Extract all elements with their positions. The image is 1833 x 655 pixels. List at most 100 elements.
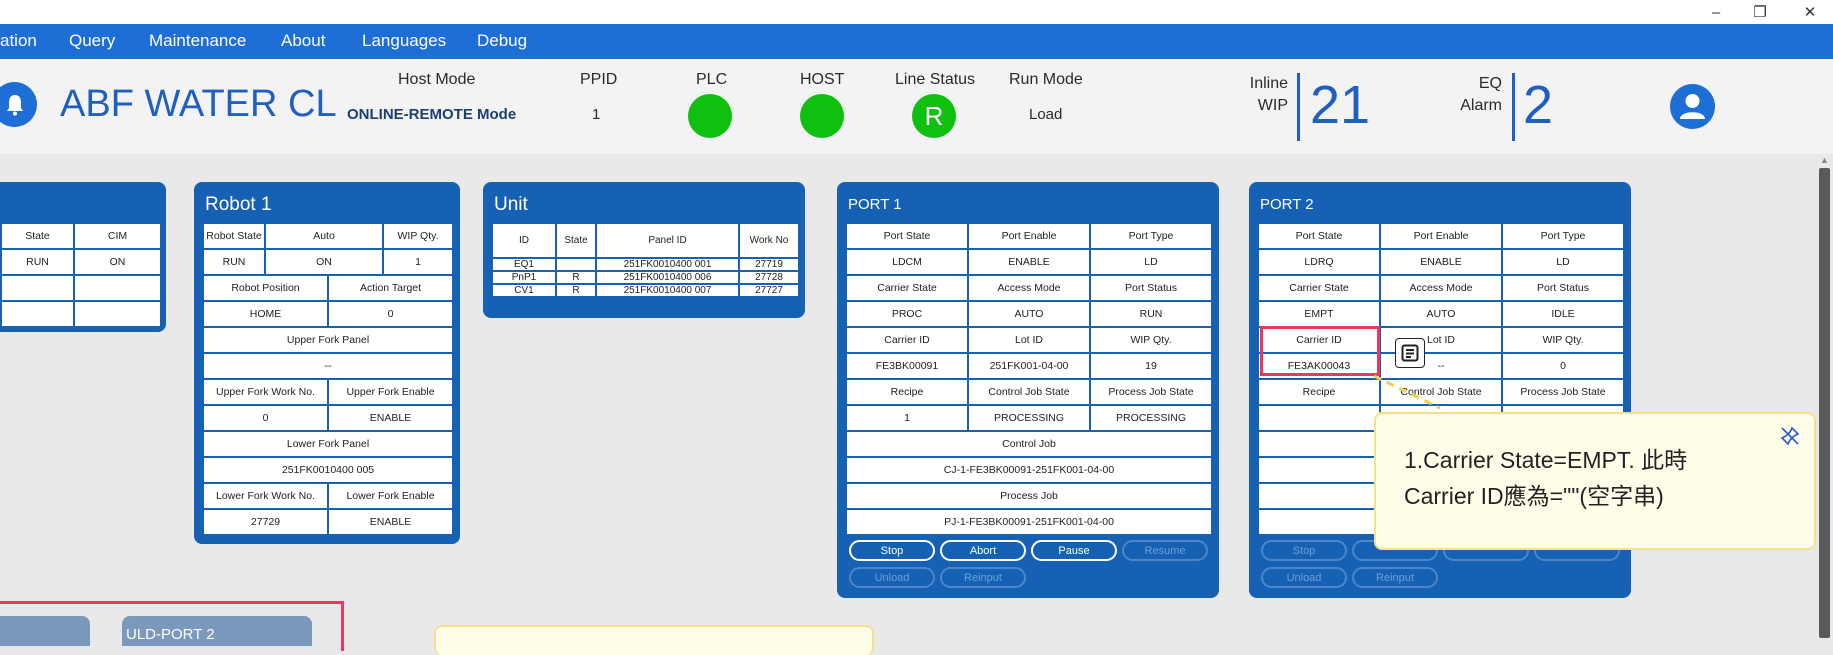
table-cell: CV1 [491, 283, 557, 298]
port-enable-header: Port Enable [967, 222, 1091, 250]
lot-id-header: Lot ID [967, 326, 1091, 354]
robot-position-value: HOME [202, 300, 329, 328]
unit-panel-title: Unit [494, 194, 528, 215]
unit-state-header: State [555, 222, 597, 259]
inline-wip-separator [1297, 73, 1300, 141]
port-state-header: Port State [845, 222, 969, 250]
port-card[interactable] [0, 616, 90, 646]
stop-button[interactable]: Stop [1261, 540, 1347, 561]
equipment-table: State CIM RUN ON [0, 222, 162, 328]
uld-port2-card[interactable]: ULD-PORT 2 [122, 616, 312, 646]
robot-state-header: Robot State [202, 222, 266, 250]
port-state-value: LDRQ [1257, 248, 1381, 276]
upper-fork-work-no-value: 0 [202, 404, 329, 432]
table-cell [0, 300, 75, 328]
reinput-button[interactable]: Reinput [1352, 567, 1438, 588]
pause-button[interactable]: Pause [1031, 540, 1117, 561]
recipe-value: 1 [845, 404, 969, 432]
annotation-note-text: 1.Carrier State=EMPT. 此時 Carrier ID應為=""… [1404, 447, 1688, 509]
menu-maintenance[interactable]: Maintenance [149, 31, 246, 51]
uld-port2-label: ULD-PORT 2 [126, 626, 215, 643]
table-row: CV1 R 251FK0010400 007 27727 [491, 283, 800, 298]
scroll-up-icon[interactable]: ▲ [1820, 155, 1829, 165]
plc-status-indicator [688, 94, 732, 138]
close-icon[interactable]: ✕ [1790, 0, 1830, 24]
upper-fork-panel-header: Upper Fork Panel [201, 326, 455, 354]
lower-fork-enable-header: Lower Fork Enable [326, 482, 455, 510]
user-avatar-icon[interactable] [1670, 84, 1715, 129]
table-cell [555, 257, 597, 272]
lower-fork-work-no-header: Lower Fork Work No. [202, 482, 329, 510]
port-status-value: IDLE [1501, 300, 1625, 328]
bell-icon[interactable] [0, 82, 37, 127]
window-titlebar: – ❐ ✕ [0, 0, 1833, 24]
access-mode-header: Access Mode [1379, 274, 1503, 302]
table-cell: 251FK0010400 006 [595, 270, 740, 285]
unit-id-header: ID [491, 222, 557, 259]
carrier-id-value: FE3BK00091 [845, 352, 969, 380]
eq-state-value: RUN [0, 248, 75, 276]
lower-fork-work-no-value: 27729 [202, 508, 329, 536]
stop-button[interactable]: Stop [849, 540, 935, 561]
restore-icon[interactable]: ❐ [1740, 0, 1780, 24]
ppid-label: PPID [580, 71, 618, 88]
upper-fork-work-no-header: Upper Fork Work No. [202, 378, 329, 406]
port1-panel: PORT 1 Port State Port Enable Port Type LD… [837, 182, 1219, 598]
table-cell: R [555, 270, 597, 285]
menu-operation[interactable]: ation [0, 31, 37, 51]
scrollbar-thumb[interactable] [1819, 168, 1830, 638]
process-job-value: PJ-1-FE3BK00091-251FK001-04-00 [845, 508, 1213, 536]
host-mode-label: Host Mode [398, 71, 476, 88]
recipe-header: Recipe [1257, 378, 1381, 406]
port-status-value: RUN [1089, 300, 1213, 328]
lower-fork-panel-header: Lower Fork Panel [201, 430, 455, 458]
reinput-button[interactable]: Reinput [940, 567, 1026, 588]
menu-languages[interactable]: Languages [362, 31, 446, 51]
eq-header-state: State [0, 222, 75, 250]
menu-about[interactable]: About [281, 31, 325, 51]
inline-wip-label: Inline WIP [1249, 75, 1288, 114]
table-cell [73, 274, 162, 302]
port-enable-value: ENABLE [967, 248, 1091, 276]
robot-panel: Robot 1 Robot State Auto WIP Qty. RUN ON… [194, 182, 460, 544]
unload-button[interactable]: Unload [849, 567, 935, 588]
menu-query[interactable]: Query [69, 31, 115, 51]
port2-title: PORT 2 [1260, 196, 1314, 213]
unload-button[interactable]: Unload [1261, 567, 1347, 588]
table-cell [0, 274, 75, 302]
upper-fork-panel-value: -- [201, 352, 455, 380]
annotation-note[interactable]: 1.Carrier State=EMPT. 此時 Carrier ID應為=""… [1374, 412, 1816, 550]
wip-qty-header: WIP Qty. [1501, 326, 1625, 354]
table-cell [1257, 404, 1381, 432]
eq-header-cim: CIM [73, 222, 162, 250]
carrier-state-value: EMPT [1257, 300, 1381, 328]
table-cell: 27728 [738, 270, 800, 285]
port1-title: PORT 1 [848, 196, 902, 213]
port-status-header: Port Status [1501, 274, 1625, 302]
wip-qty-value: 1 [382, 248, 455, 276]
abort-button[interactable]: Abort [940, 540, 1026, 561]
resume-button[interactable]: Resume [1122, 540, 1208, 561]
control-job-value: CJ-1-FE3BK00091-251FK001-04-00 [845, 456, 1213, 484]
minimize-icon[interactable]: – [1696, 0, 1736, 24]
lower-fork-enable-value: ENABLE [326, 508, 455, 536]
equipment-panel: State CIM RUN ON [0, 182, 166, 332]
carrier-id-highlight [1260, 326, 1380, 376]
note-icon[interactable] [1395, 338, 1425, 368]
access-mode-value: AUTO [967, 300, 1091, 328]
vertical-scrollbar[interactable]: ▲ [1816, 154, 1833, 638]
eq-alarm-value: 2 [1523, 75, 1554, 135]
control-job-state-header: Control Job State [967, 378, 1091, 406]
table-cell: 27719 [738, 257, 800, 272]
host-mode-value: ONLINE-REMOTE Mode [347, 106, 517, 123]
unpin-icon[interactable] [1780, 426, 1800, 451]
robot-panel-title: Robot 1 [205, 194, 272, 215]
port-state-header: Port State [1257, 222, 1381, 250]
plc-label: PLC [696, 71, 728, 88]
control-job-header: Control Job [845, 430, 1213, 458]
carrier-state-header: Carrier State [845, 274, 969, 302]
table-cell: 27727 [738, 283, 800, 298]
annotation-note-2[interactable] [434, 625, 874, 655]
menu-debug[interactable]: Debug [477, 31, 527, 51]
wip-qty-value: 19 [1089, 352, 1213, 380]
